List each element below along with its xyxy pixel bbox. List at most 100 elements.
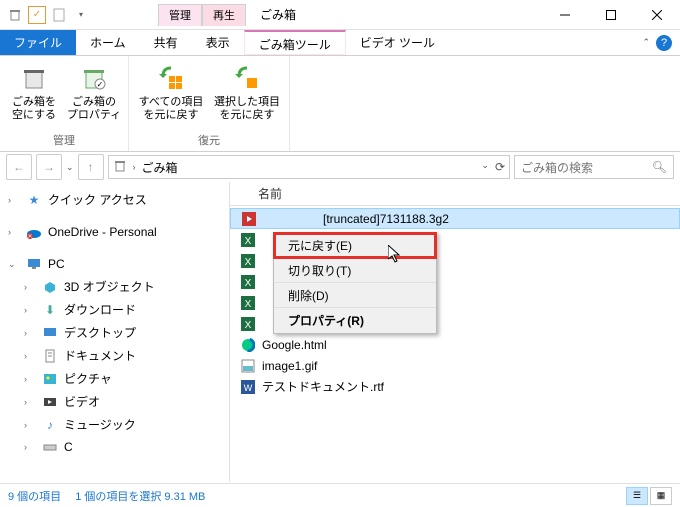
desktop-icon [42,325,58,341]
sidebar-item-downloads[interactable]: ›⬇ダウンロード [0,298,229,321]
restore-all-icon [155,62,187,94]
svg-text:W: W [244,383,253,393]
refresh-icon[interactable]: ⟳ [495,160,505,174]
chevron-right-icon[interactable]: › [24,442,36,452]
chevron-right-icon[interactable]: › [133,162,136,172]
help-icon[interactable]: ? [656,35,672,51]
up-button[interactable]: ↑ [78,154,104,180]
breadcrumb[interactable]: › ごみ箱 ⌄ ⟳ [108,155,510,179]
search-input[interactable]: ごみ箱の検索 🔍︎ [514,155,674,179]
chevron-right-icon[interactable]: › [8,227,20,237]
chevron-right-icon[interactable]: › [8,195,20,205]
chevron-right-icon[interactable]: › [24,397,36,407]
ctx-restore[interactable]: 元に戻す(E) [274,233,436,258]
ctx-cut[interactable]: 切り取り(T) [274,258,436,283]
chevron-right-icon[interactable]: › [24,305,36,315]
pictures-icon [42,371,58,387]
restore-all-button[interactable]: すべての項目 を元に戻す [135,60,207,131]
excel-file-icon: X [240,295,256,311]
search-icon[interactable]: 🔍︎ [652,160,667,174]
recycle-props-label: ごみ箱の プロパティ [67,96,121,122]
maximize-button[interactable] [588,0,634,30]
sidebar-item-documents[interactable]: ›ドキュメント [0,344,229,367]
chevron-right-icon[interactable]: › [24,351,36,361]
sidebar-item-label: クイック アクセス [48,191,147,208]
tab-file[interactable]: ファイル [0,30,76,55]
onedrive-icon: ✕ [26,224,42,240]
status-selection: 1 個の項目を選択 9.31 MB [75,488,205,504]
sidebar-item-label: ピクチャ [64,370,112,387]
view-details-button[interactable]: ☰ [626,487,648,505]
sidebar-onedrive[interactable]: › ✕ OneDrive - Personal [0,221,229,243]
svg-text:X: X [245,320,252,331]
ribbon-group-restore: すべての項目 を元に戻す 選択した項目 を元に戻す 復元 [129,56,290,151]
tab-recycle-tool[interactable]: ごみ箱ツール [244,30,346,55]
ctx-delete[interactable]: 削除(D) [274,283,436,308]
tab-video-tool[interactable]: ビデオ ツール [346,30,449,55]
restore-all-label: すべての項目 を元に戻す [139,96,204,122]
context-menu: 元に戻す(E) 切り取り(T) 削除(D) プロパティ(R) [273,232,437,334]
svg-text:✓: ✓ [97,80,104,89]
ctx-properties[interactable]: プロパティ(R) [274,308,436,333]
tab-home[interactable]: ホーム [76,30,140,55]
sidebar-item-label: 3D オブジェクト [64,278,155,295]
window-controls [542,0,680,30]
recycle-bin-icon [113,159,127,176]
file-name: image1.gif [262,359,317,373]
chevron-right-icon[interactable]: › [24,420,36,430]
recycle-bin-icon[interactable] [6,6,24,24]
play-tool-tab[interactable]: 再生 [202,4,246,26]
sidebar-item-desktop[interactable]: ›デスクトップ [0,321,229,344]
status-bar: 9 個の項目 1 個の項目を選択 9.31 MB ☰ ▦ [0,483,680,507]
history-dropdown-icon[interactable]: ⌄ [66,162,74,173]
svg-text:X: X [245,257,252,268]
restore-selected-button[interactable]: 選択した項目 を元に戻す [211,60,283,131]
doc-icon[interactable] [50,6,68,24]
list-item[interactable]: W テストドキュメント.rtf [230,376,680,397]
back-button[interactable]: ← [6,154,32,180]
tab-view[interactable]: 表示 [192,30,244,55]
chevron-right-icon[interactable]: › [24,328,36,338]
view-icons-button[interactable]: ▦ [650,487,672,505]
video-file-icon [241,211,257,227]
chevron-right-icon[interactable]: › [24,374,36,384]
sidebar-item-pictures[interactable]: › ピクチャ [0,367,229,390]
props-icon: ✓ [78,62,110,94]
sidebar-item-music[interactable]: ›♪ミュージック [0,413,229,436]
forward-button[interactable]: → [36,154,62,180]
tab-share[interactable]: 共有 [140,30,192,55]
excel-file-icon: X [240,316,256,332]
empty-recycle-label: ごみ箱を 空にする [12,96,56,122]
sidebar-item-label: PC [48,257,65,271]
ribbon-manage-label: 管理 [53,131,75,149]
ribbon-group-manage: ごみ箱を 空にする ✓ ごみ箱の プロパティ 管理 [0,56,129,151]
chevron-down-icon[interactable]: ⌄ [8,259,20,270]
dropdown-icon[interactable]: ▾ [72,6,90,24]
sidebar-item-label: C [64,440,73,454]
search-placeholder: ごみ箱の検索 [521,159,593,176]
chevron-right-icon[interactable]: › [24,282,36,292]
minimize-button[interactable] [542,0,588,30]
sidebar-item-videos[interactable]: ›ビデオ [0,390,229,413]
checkbox-icon[interactable]: ✓ [28,6,46,24]
sidebar-pc[interactable]: ⌄ PC [0,253,229,275]
file-name: テストドキュメント.rtf [262,378,384,395]
excel-file-icon: X [240,274,256,290]
column-header-name[interactable]: 名前 [230,182,680,206]
sidebar-item-drive-c[interactable]: ›C [0,436,229,458]
sidebar-item-3d[interactable]: › 3D オブジェクト [0,275,229,298]
address-bar: ← → ⌄ ↑ › ごみ箱 ⌄ ⟳ ごみ箱の検索 🔍︎ [0,152,680,182]
list-item[interactable]: [truncated]7131188.3g2 [230,208,680,229]
list-item[interactable]: image1.gif [230,355,680,376]
recycle-props-button[interactable]: ✓ ごみ箱の プロパティ [66,60,122,131]
close-button[interactable] [634,0,680,30]
breadcrumb-dropdown-icon[interactable]: ⌄ [481,160,489,174]
manage-tool-tab[interactable]: 管理 [158,4,202,26]
list-item[interactable]: Google.html [230,334,680,355]
sidebar-quick-access[interactable]: › ★ クイック アクセス [0,188,229,211]
collapse-ribbon-icon[interactable]: ⌃ [642,37,650,48]
sidebar-item-label: OneDrive - Personal [48,225,157,239]
empty-recycle-button[interactable]: ごみ箱を 空にする [6,60,62,131]
svg-text:X: X [245,278,252,289]
breadcrumb-location[interactable]: ごみ箱 [142,159,178,176]
